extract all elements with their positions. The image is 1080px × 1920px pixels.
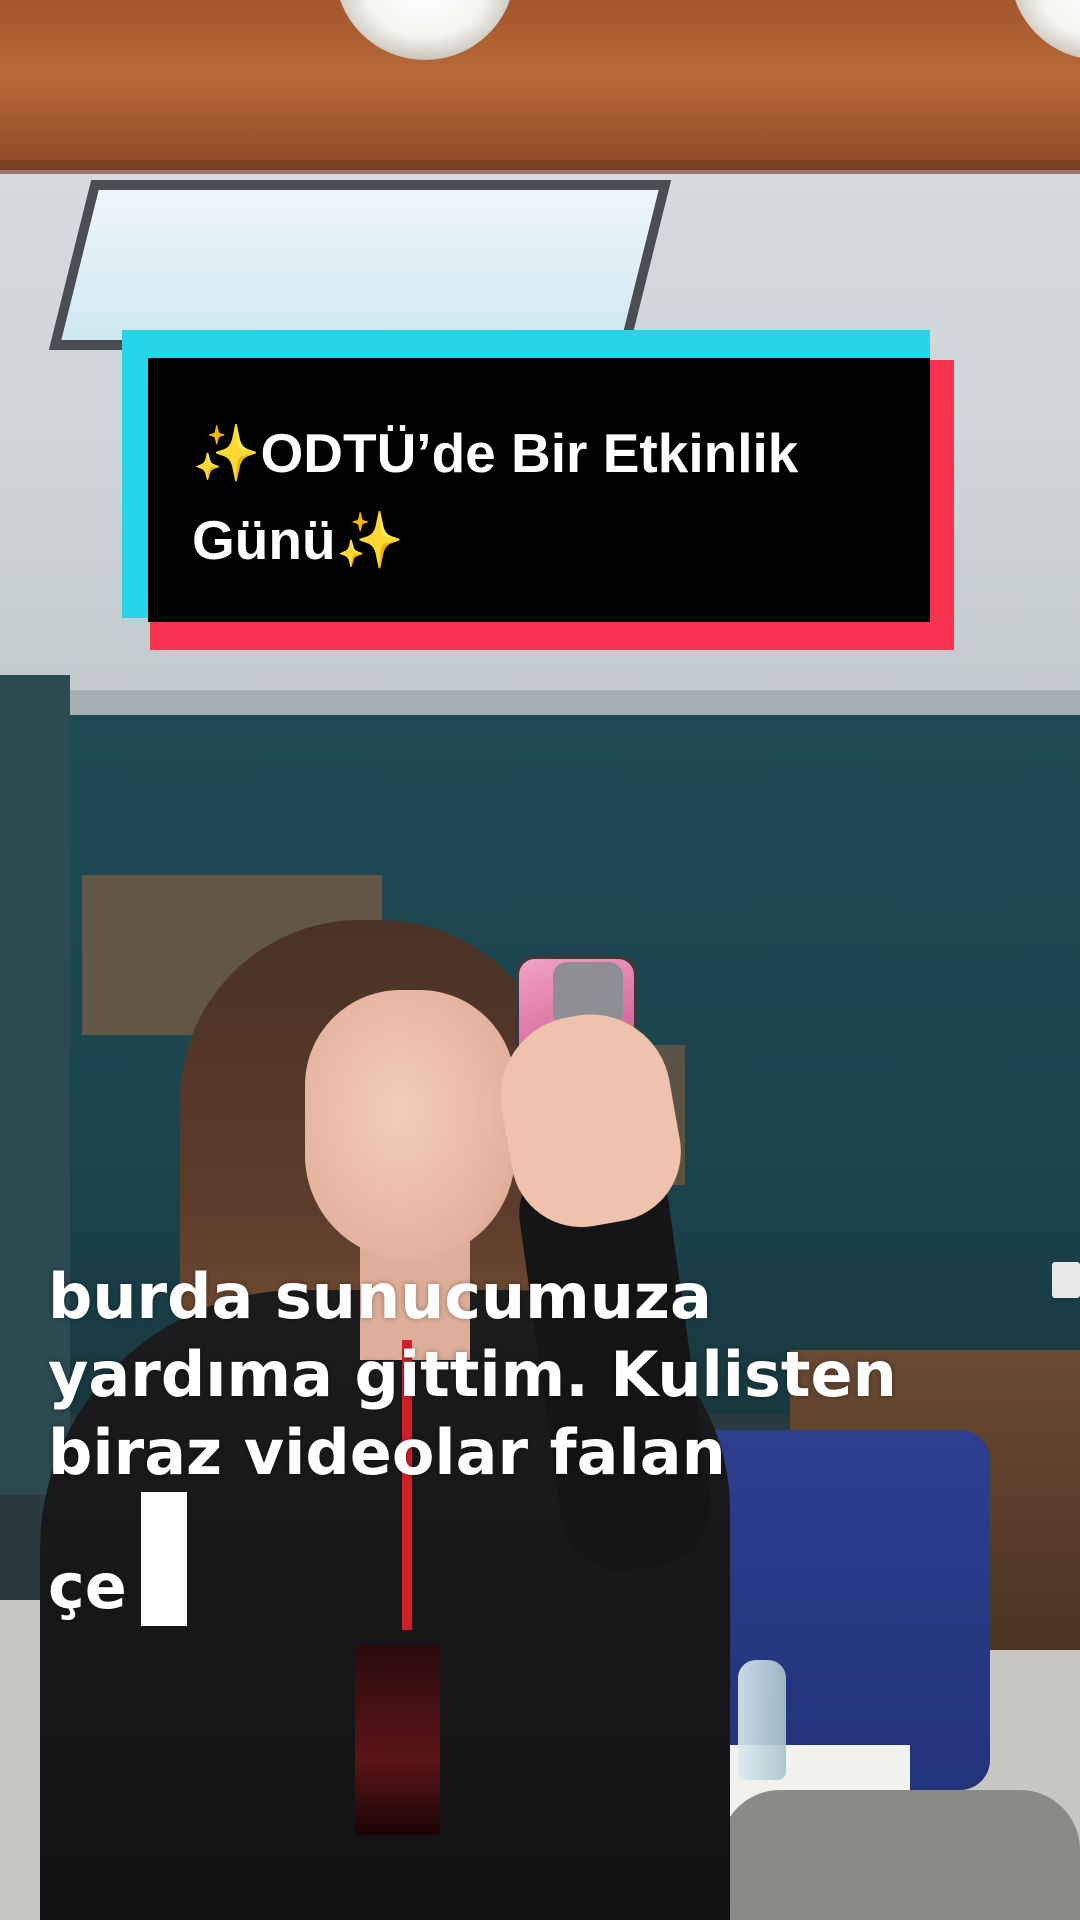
- person-face: [305, 990, 515, 1260]
- caption-line-2: yardıma gittim. Kulisten: [48, 1338, 897, 1411]
- caption-line-4-wrapper: çe: [48, 1492, 1058, 1626]
- event-badge: [355, 1645, 440, 1835]
- caption-line-4: çe: [48, 1550, 127, 1623]
- title-line-1: ✨ODTÜ’de Bir Etkinlik: [192, 422, 799, 484]
- title-line-2: Günü✨: [192, 509, 405, 571]
- caption: burda sunucumuza yardıma gittim. Kuliste…: [48, 1258, 1058, 1626]
- gray-chair: [720, 1790, 1080, 1920]
- skylight: [48, 180, 672, 350]
- caption-line-1: burda sunucumuza: [48, 1260, 712, 1333]
- water-bottle: [738, 1660, 786, 1780]
- text-cursor-icon: [140, 1492, 187, 1626]
- wooden-mirror-frame: [0, 0, 1080, 170]
- title-card: ✨ODTÜ’de Bir Etkinlik Günü✨: [122, 330, 954, 650]
- video-frame: [0, 0, 1080, 1920]
- caption-line-3: biraz videolar falan: [48, 1416, 726, 1489]
- title-text: ✨ODTÜ’de Bir Etkinlik Günü✨: [192, 410, 892, 584]
